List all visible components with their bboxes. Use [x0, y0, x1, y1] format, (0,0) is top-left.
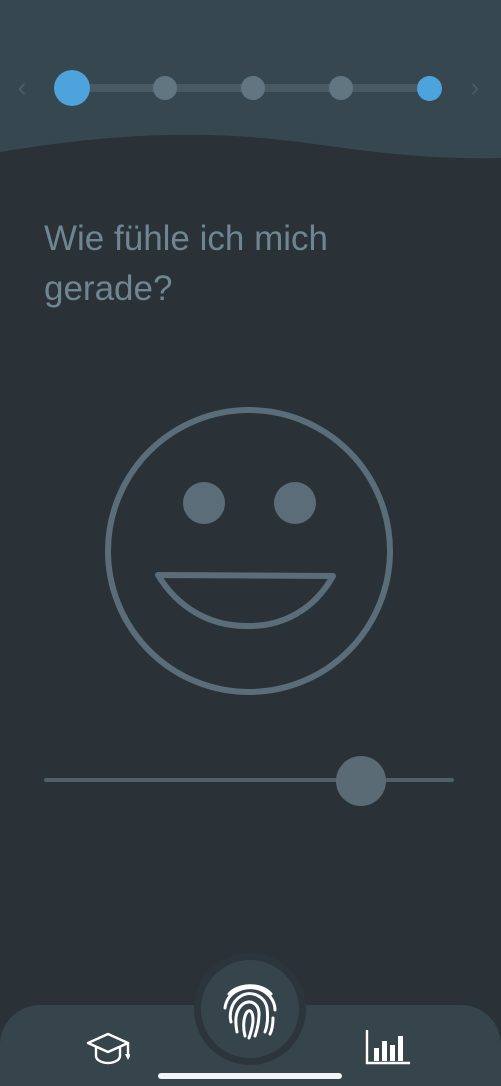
- step-1[interactable]: [54, 70, 90, 106]
- previous-step-button[interactable]: ‹: [12, 72, 32, 102]
- slider-track: [44, 778, 454, 782]
- fingerprint-button[interactable]: [201, 960, 299, 1058]
- graduation-cap-icon[interactable]: [86, 1030, 130, 1066]
- mood-check-screen: ‹ › Wie fühle ich mich gerade?: [0, 0, 501, 1086]
- slider-thumb[interactable]: [335, 756, 386, 806]
- smiley-face-icon: [105, 407, 393, 695]
- next-step-button[interactable]: ›: [465, 72, 485, 102]
- bar-chart-icon[interactable]: [364, 1028, 412, 1066]
- home-indicator: [158, 1073, 342, 1079]
- step-4[interactable]: [329, 76, 353, 100]
- step-2[interactable]: [153, 76, 177, 100]
- fingerprint-icon: [223, 984, 277, 1040]
- step-5[interactable]: [417, 76, 442, 101]
- chevron-left-icon: ‹: [17, 72, 27, 102]
- mood-slider[interactable]: [44, 755, 454, 807]
- chevron-right-icon: ›: [470, 72, 480, 102]
- question-title: Wie fühle ich mich gerade?: [44, 219, 328, 308]
- step-3[interactable]: [241, 76, 265, 100]
